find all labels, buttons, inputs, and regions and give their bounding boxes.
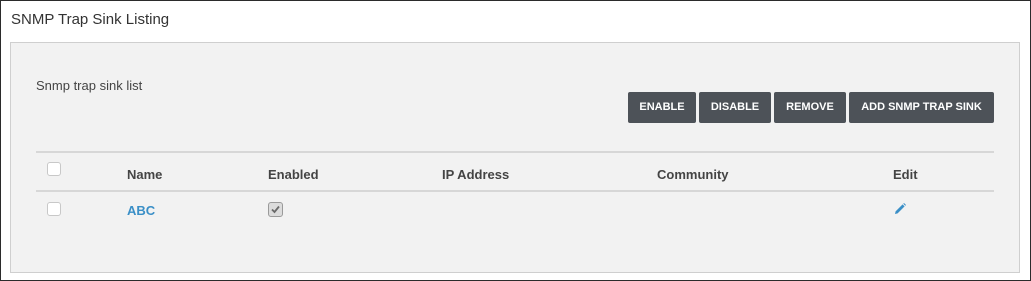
disable-button[interactable]: DISABLE [699, 92, 771, 123]
column-header-name[interactable]: Name [127, 167, 162, 182]
page-title: SNMP Trap Sink Listing [11, 11, 170, 28]
column-header-ip-address[interactable]: IP Address [442, 167, 509, 182]
trap-sink-panel: Snmp trap sink list ENABLE DISABLE REMOV… [10, 42, 1020, 273]
column-header-enabled[interactable]: Enabled [268, 167, 319, 182]
select-all-checkbox[interactable] [47, 162, 61, 176]
add-snmp-trap-sink-button[interactable]: ADD SNMP TRAP SINK [849, 92, 994, 123]
table-header-divider [36, 190, 994, 192]
table-top-divider [36, 151, 994, 153]
check-icon [271, 205, 280, 214]
list-label: Snmp trap sink list [36, 78, 143, 93]
column-header-community[interactable]: Community [657, 167, 729, 182]
sink-name-link[interactable]: ABC [127, 203, 155, 218]
column-header-edit: Edit [893, 167, 918, 182]
enable-button[interactable]: ENABLE [628, 92, 696, 123]
window-frame: SNMP Trap Sink Listing Snmp trap sink li… [0, 0, 1031, 281]
pencil-icon[interactable] [893, 202, 907, 216]
enabled-checkbox[interactable] [268, 202, 283, 217]
row-select-checkbox[interactable] [47, 202, 61, 216]
remove-button[interactable]: REMOVE [774, 92, 846, 123]
